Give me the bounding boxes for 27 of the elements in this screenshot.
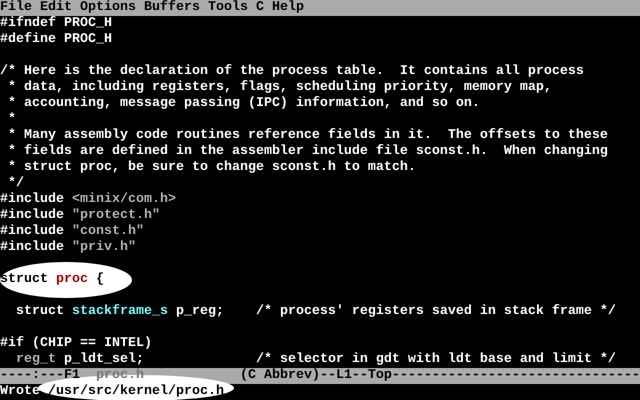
menu-item[interactable]: Tools bbox=[208, 0, 248, 16]
code-line: * data, including registers, flags, scheduling priority, memory map, bbox=[6, 80, 552, 96]
code-line: * struct proc, be sure to change sconst.h to match. bbox=[6, 160, 416, 176]
code-line: /* Here is the declaration of the process table. It contains all process bbox=[0, 64, 584, 80]
menu-item[interactable]: C bbox=[256, 0, 264, 16]
code-line: #ifndef PROC_H bbox=[0, 16, 112, 32]
code-line: * fields are defined in the assembler include file sconst.h. When changing bbox=[6, 144, 608, 160]
code-line: */ bbox=[6, 176, 24, 192]
code-line: #include <minix/com.h> bbox=[0, 192, 176, 208]
code-line: reg_t p_ldt_sel; /* selector in gdt with ldt base and limit */ bbox=[14, 352, 616, 368]
code-line: struct stackframe_s p_reg; /* process' registers saved in stack frame */ bbox=[14, 304, 616, 320]
code-line: #define PROC_H bbox=[0, 32, 112, 48]
menu-item[interactable]: Edit bbox=[40, 0, 72, 16]
code-line: #include "const.h" bbox=[0, 224, 144, 240]
code-line: #if (CHIP == INTEL) bbox=[0, 336, 152, 352]
code-line: * bbox=[6, 112, 16, 128]
menu-item[interactable]: Buffers bbox=[144, 0, 200, 16]
code-line: * accounting, message passing (IPC) information, and so on. bbox=[6, 96, 480, 112]
menu-item[interactable]: Options bbox=[80, 0, 136, 16]
status-message: Wrote bbox=[0, 384, 41, 400]
menu-item[interactable]: File bbox=[0, 0, 32, 16]
code-line: struct proc { bbox=[0, 272, 104, 288]
code-line: #include "protect.h" bbox=[0, 208, 160, 224]
code-line: #include "priv.h" bbox=[0, 240, 136, 256]
code-line: * Many assembly code routines reference fields in it. The offsets to these bbox=[6, 128, 608, 144]
file-path: /usr/src/kernel/proc.h bbox=[48, 384, 224, 400]
menu-item[interactable]: Help bbox=[272, 0, 304, 16]
